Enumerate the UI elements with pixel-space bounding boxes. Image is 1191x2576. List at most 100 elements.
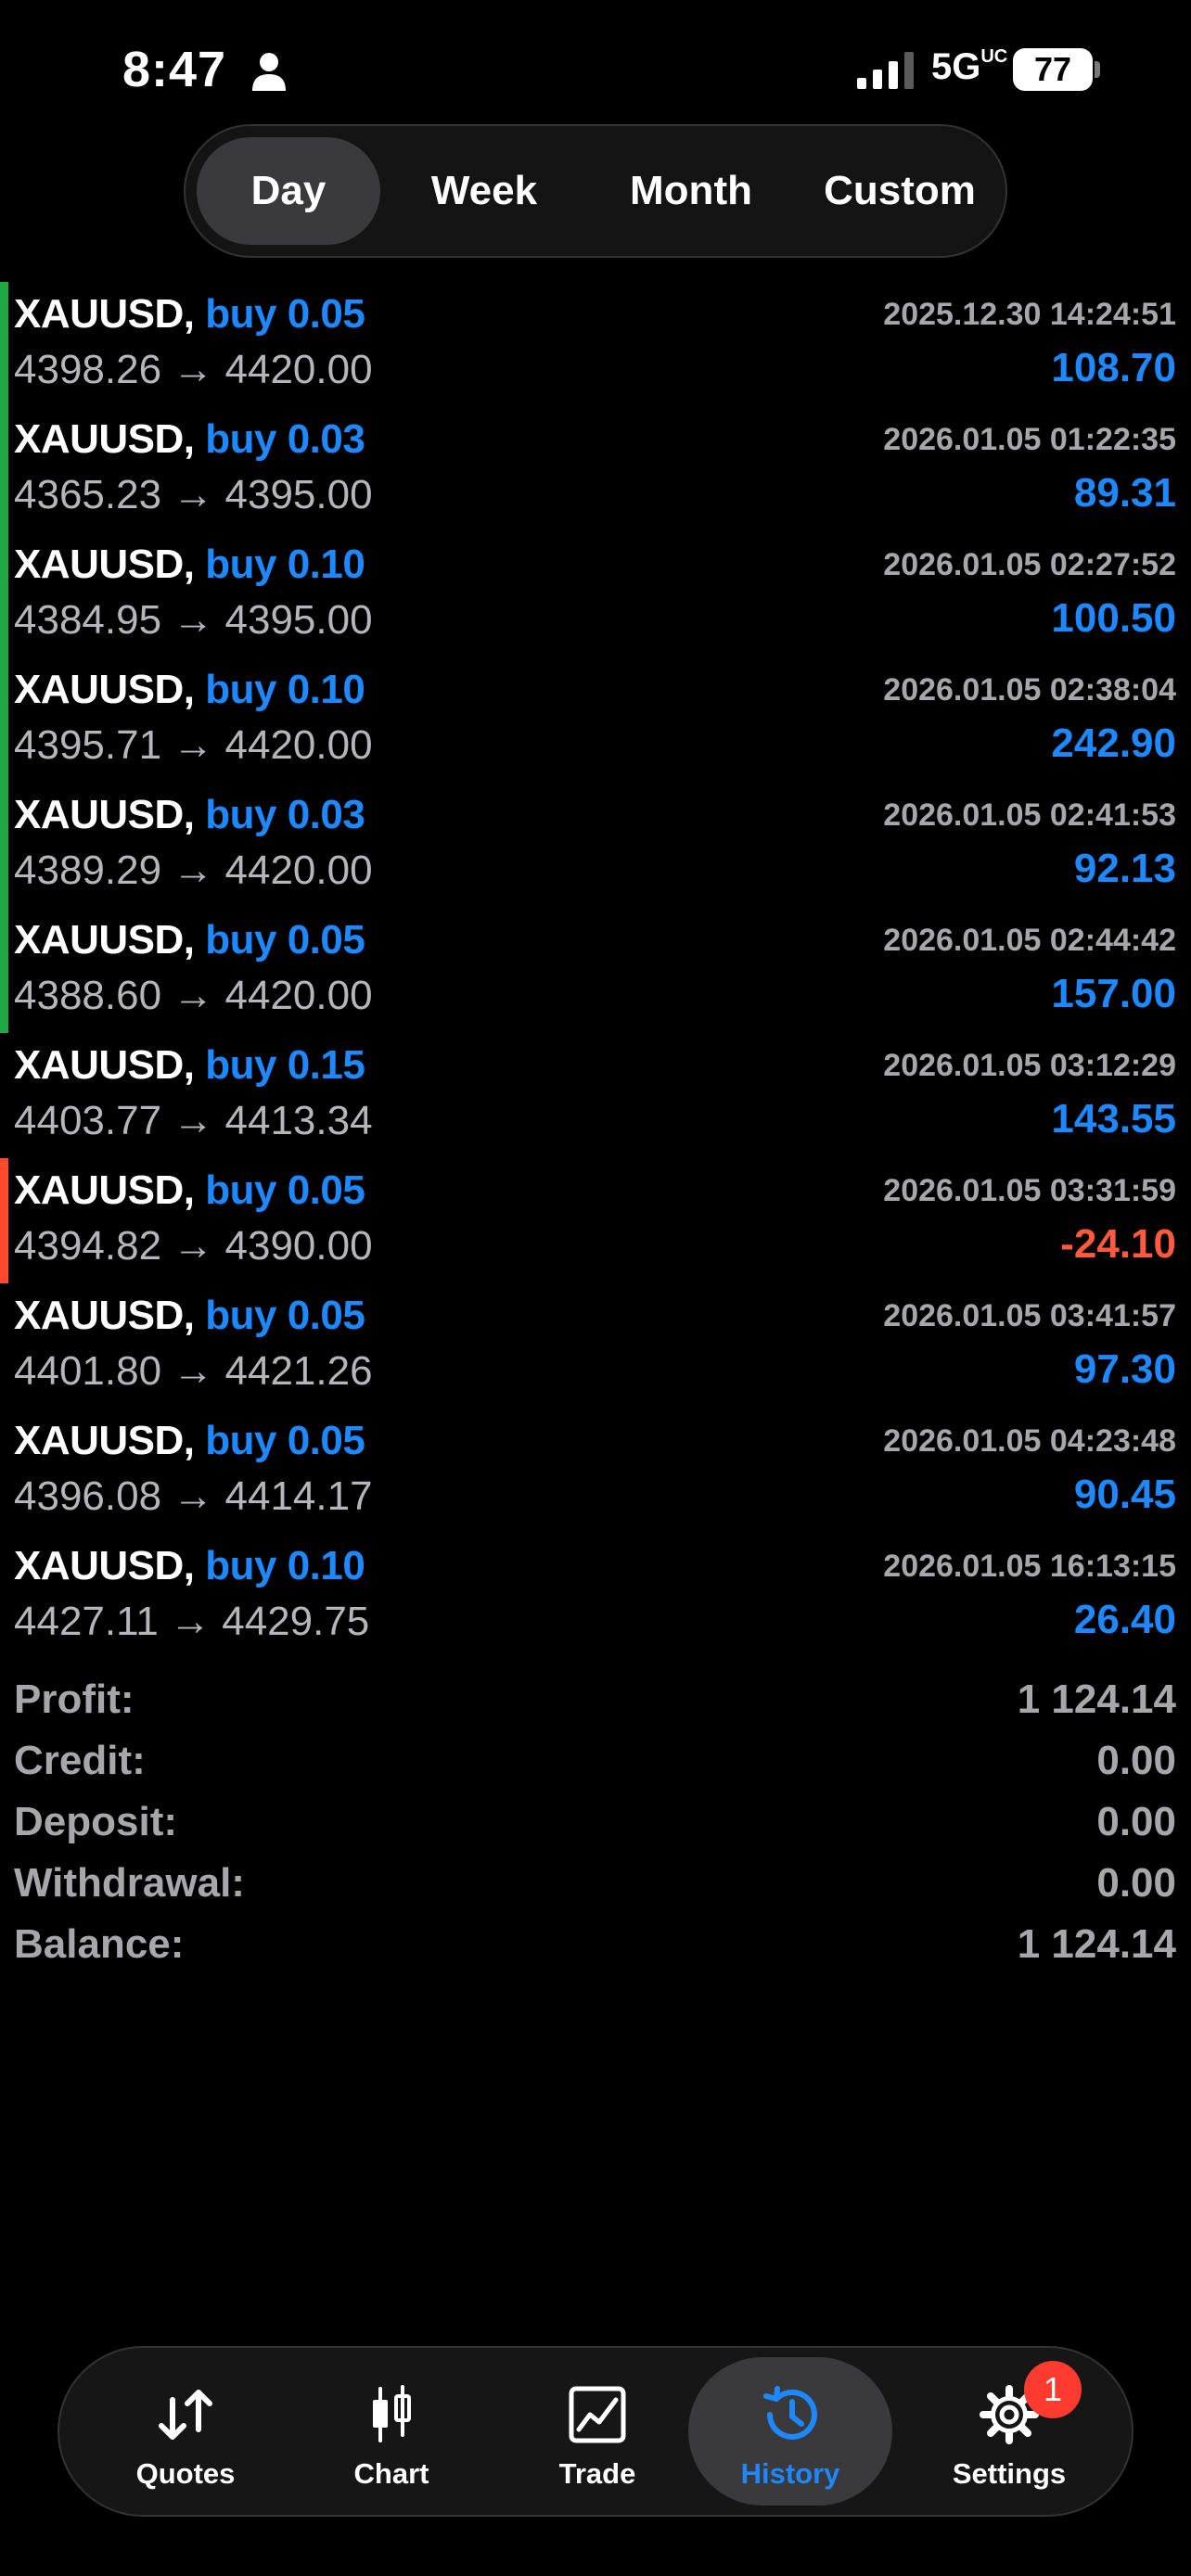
deal-side-volume: buy 0.05: [205, 291, 365, 337]
deal-profit: 100.50: [1051, 595, 1176, 641]
tab-label: Quotes: [135, 2457, 236, 2490]
deal-symbol: XAUUSD,: [14, 792, 195, 837]
tab-trade[interactable]: Trade: [495, 2357, 699, 2506]
battery-tip: [1095, 61, 1100, 78]
deal-row[interactable]: XAUUSD, buy 0.03 4365.23 → 4395.00 2026.…: [0, 407, 1191, 532]
deal-symbol: XAUUSD,: [14, 1167, 195, 1213]
deal-profit: 89.31: [1073, 470, 1176, 516]
deal-profit: 26.40: [1073, 1597, 1176, 1642]
battery-icon: 77: [1013, 48, 1093, 91]
deal-prices: 4384.95 → 4395.00: [14, 597, 373, 643]
deal-prices: 4389.29 → 4420.00: [14, 848, 373, 893]
deals-list: XAUUSD, buy 0.05 4398.26 → 4420.00 2025.…: [0, 282, 1191, 1659]
deal-row[interactable]: XAUUSD, buy 0.05 4401.80 → 4421.26 2026.…: [0, 1283, 1191, 1409]
deal-symbol: XAUUSD,: [14, 416, 195, 462]
deal-prices: 4403.77 → 4413.34: [14, 1098, 373, 1143]
deal-profit: 90.45: [1073, 1472, 1176, 1517]
deal-row[interactable]: XAUUSD, buy 0.05 4394.82 → 4390.00 2026.…: [0, 1158, 1191, 1283]
status-time: 8:47: [122, 42, 227, 97]
summary-row-withdrawal: Withdrawal: 0.00: [0, 1855, 1191, 1916]
tab-label: Trade: [558, 2457, 636, 2490]
deal-prices: 4395.71 → 4420.00: [14, 722, 373, 768]
deal-row[interactable]: XAUUSD, buy 0.15 4403.77 → 4413.34 2026.…: [0, 1033, 1191, 1158]
deal-datetime: 2025.12.30 14:24:51: [883, 297, 1176, 332]
summary-value: 1 124.14: [1017, 1677, 1176, 1722]
deal-row[interactable]: XAUUSD, buy 0.03 4389.29 → 4420.00 2026.…: [0, 783, 1191, 908]
deal-datetime: 2026.01.05 02:27:52: [883, 547, 1176, 582]
tab-label: Chart: [353, 2457, 429, 2490]
status-bar: 8:47 5GUC 77: [0, 0, 1191, 130]
deal-side-volume: buy 0.05: [205, 917, 365, 963]
deal-datetime: 2026.01.05 02:38:04: [883, 672, 1176, 708]
summary-row-credit: Credit: 0.00: [0, 1732, 1191, 1793]
candlestick-chart-icon: [373, 2385, 411, 2442]
tab-day[interactable]: Day: [197, 137, 380, 245]
deal-symbol: XAUUSD,: [14, 542, 195, 587]
deal-prices: 4365.23 → 4395.00: [14, 472, 373, 517]
tab-label: Settings: [952, 2457, 1067, 2490]
deal-datetime: 2026.01.05 01:22:35: [883, 422, 1176, 457]
tab-settings[interactable]: Settings: [907, 2357, 1111, 2506]
summary-label: Balance:: [14, 1921, 185, 1967]
deal-row[interactable]: XAUUSD, buy 0.10 4427.11 → 4429.75 2026.…: [0, 1534, 1191, 1659]
deal-datetime: 2026.01.05 03:31:59: [883, 1173, 1176, 1208]
deal-profit: 97.30: [1073, 1346, 1176, 1392]
account-summary: Profit: 1 124.14 Credit: 0.00 Deposit: 0…: [0, 1671, 1191, 1977]
deal-row[interactable]: XAUUSD, buy 0.05 4398.26 → 4420.00 2025.…: [0, 282, 1191, 407]
tab-history[interactable]: History: [688, 2357, 892, 2506]
summary-label: Profit:: [14, 1677, 134, 1722]
period-segmented-control: Day Week Month Custom: [184, 124, 1007, 258]
deal-datetime: 2026.01.05 02:44:42: [883, 923, 1176, 958]
deal-datetime: 2026.01.05 02:41:53: [883, 797, 1176, 833]
deal-symbol: XAUUSD,: [14, 1293, 195, 1338]
deal-profit-bar: [0, 282, 8, 407]
deal-row[interactable]: XAUUSD, buy 0.05 4396.08 → 4414.17 2026.…: [0, 1409, 1191, 1534]
deal-side-volume: buy 0.03: [205, 416, 365, 462]
tab-custom[interactable]: Custom: [802, 137, 997, 245]
summary-row-profit: Profit: 1 124.14: [0, 1671, 1191, 1732]
summary-label: Withdrawal:: [14, 1860, 245, 1906]
deal-symbol: XAUUSD,: [14, 291, 195, 337]
tab-chart[interactable]: Chart: [289, 2357, 493, 2506]
network-label: 5GUC: [931, 46, 1008, 87]
deal-datetime: 2026.01.05 03:41:57: [883, 1298, 1176, 1333]
summary-value: 0.00: [1096, 1860, 1176, 1906]
deal-prices: 4396.08 → 4414.17: [14, 1473, 373, 1519]
deal-side-volume: buy 0.10: [205, 1543, 365, 1588]
trade-chart-icon: [569, 2386, 626, 2443]
deal-profit-bar: [0, 1283, 8, 1409]
tab-label: History: [740, 2457, 840, 2490]
deal-symbol: XAUUSD,: [14, 1543, 195, 1588]
deal-row[interactable]: XAUUSD, buy 0.05 4388.60 → 4420.00 2026.…: [0, 908, 1191, 1033]
deal-prices: 4398.26 → 4420.00: [14, 347, 373, 392]
deal-profit: 242.90: [1051, 721, 1176, 766]
deal-profit-bar: [0, 783, 8, 908]
settings-notification-badge: 1: [1024, 2361, 1082, 2418]
summary-row-balance: Balance: 1 124.14: [0, 1916, 1191, 1977]
deal-datetime: 2026.01.05 04:23:48: [883, 1423, 1176, 1459]
deal-profit: -24.10: [1060, 1221, 1176, 1267]
deal-profit: 157.00: [1051, 971, 1176, 1016]
tab-week[interactable]: Week: [391, 137, 577, 245]
deal-profit-bar: [0, 1158, 8, 1283]
deal-datetime: 2026.01.05 16:13:15: [883, 1549, 1176, 1584]
deal-profit: 143.55: [1051, 1096, 1176, 1141]
deal-row[interactable]: XAUUSD, buy 0.10 4395.71 → 4420.00 2026.…: [0, 657, 1191, 783]
deal-profit-bar: [0, 1033, 8, 1158]
deal-side-volume: buy 0.15: [205, 1042, 365, 1088]
person-icon: [252, 53, 286, 91]
deal-side-volume: buy 0.10: [205, 667, 365, 712]
summary-label: Credit:: [14, 1738, 146, 1783]
deal-profit-bar: [0, 657, 8, 783]
deal-profit-bar: [0, 532, 8, 657]
summary-value: 0.00: [1096, 1738, 1176, 1783]
deal-side-volume: buy 0.05: [205, 1418, 365, 1463]
tab-quotes[interactable]: Quotes: [83, 2357, 288, 2506]
deal-row[interactable]: XAUUSD, buy 0.10 4384.95 → 4395.00 2026.…: [0, 532, 1191, 657]
deal-symbol: XAUUSD,: [14, 667, 195, 712]
deal-profit-bar: [0, 1534, 8, 1659]
deal-prices: 4427.11 → 4429.75: [14, 1599, 370, 1644]
bottom-tab-bar: Quotes Chart Trade History Settings: [58, 2346, 1133, 2517]
tab-month[interactable]: Month: [594, 137, 788, 245]
deal-side-volume: buy 0.03: [205, 792, 365, 837]
